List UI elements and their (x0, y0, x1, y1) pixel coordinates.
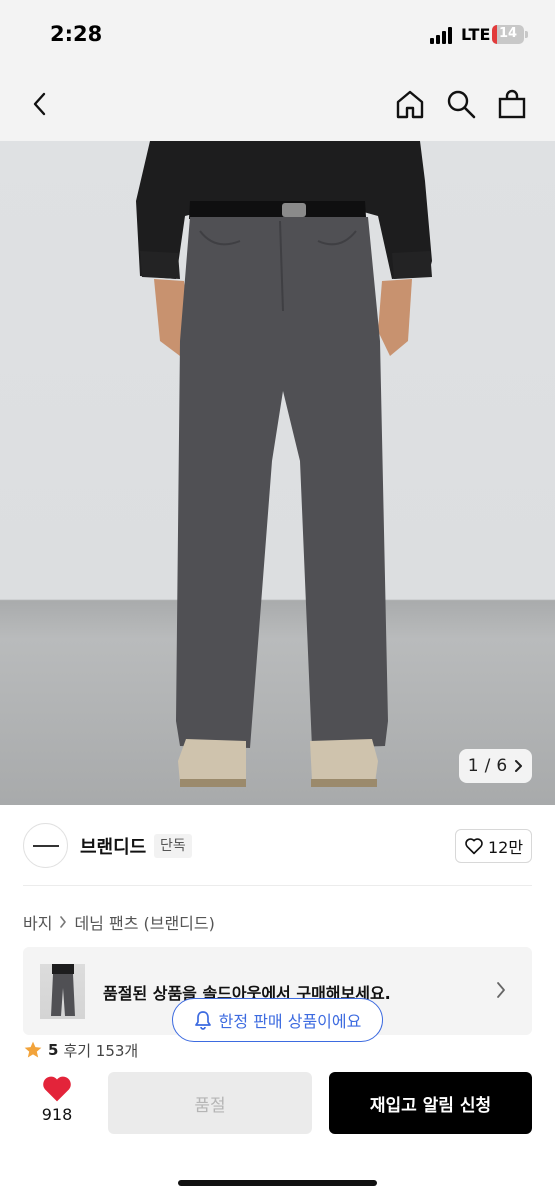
wishlist-button[interactable]: 918 (28, 1073, 86, 1133)
status-time: 2:28 (50, 22, 103, 46)
counter-total: 6 (496, 756, 508, 776)
brand-logo-mark (32, 844, 59, 847)
home-icon (396, 90, 424, 119)
jeans-thumbnail-image (51, 964, 75, 1016)
bell-icon (194, 1011, 211, 1030)
bottom-action-bar: 918 품절 재입고 알림 신청 (0, 1060, 555, 1200)
brand-logo[interactable] (23, 823, 68, 868)
bag-button[interactable] (492, 84, 532, 124)
heart-outline-icon (465, 838, 483, 855)
wishlist-count: 918 (41, 1105, 73, 1124)
search-icon (447, 90, 476, 119)
star-icon (24, 1041, 42, 1058)
shopping-bag-icon (498, 89, 526, 119)
chevron-right-icon (60, 916, 67, 928)
home-indicator (178, 1180, 377, 1186)
brand-like-count: 12만 (487, 838, 524, 857)
product-photo (136, 141, 432, 787)
divider (23, 885, 532, 886)
breadcrumb-product[interactable]: 데님 팬츠 (브랜디드) (74, 910, 214, 934)
rating-row[interactable]: 5 후기 153개 (23, 1040, 138, 1060)
back-button[interactable] (20, 84, 60, 124)
chevron-right-icon (515, 760, 523, 772)
chevron-left-icon (33, 92, 46, 116)
counter-current: 1 (467, 756, 479, 776)
brand-name[interactable]: 브랜디드 (80, 833, 146, 859)
network-label: LTE (461, 25, 491, 44)
image-counter[interactable]: 1 / 6 (459, 749, 532, 783)
heart-filled-icon (43, 1076, 71, 1102)
banner-thumbnail (40, 964, 85, 1019)
rating-score: 5 (48, 1041, 59, 1059)
status-bar: 2:28 LTE 14 (0, 0, 555, 70)
chevron-right-icon (497, 982, 505, 998)
signal-icon (430, 27, 456, 44)
home-button[interactable] (390, 84, 430, 124)
brand-like-button[interactable]: 12만 (455, 829, 532, 863)
battery-nub (525, 31, 528, 38)
breadcrumb: 바지 데님 팬츠 (브랜디드) (23, 910, 215, 934)
brand-row: 브랜디드 단독 12만 (0, 806, 555, 886)
restock-alert-button[interactable]: 재입고 알림 신청 (329, 1072, 532, 1134)
review-count: 후기 153개 (63, 1041, 139, 1060)
limited-sale-pill[interactable]: 한정 판매 상품이에요 (172, 998, 383, 1042)
counter-separator: / (484, 756, 491, 776)
battery-icon: 14 (492, 25, 524, 44)
soldout-button: 품절 (108, 1072, 312, 1134)
limited-sale-label: 한정 판매 상품이에요 (218, 1012, 362, 1031)
battery-percent: 14 (498, 26, 518, 41)
brand-badge: 단독 (154, 834, 192, 858)
product-image[interactable] (0, 141, 555, 805)
search-button[interactable] (441, 84, 481, 124)
nav-bar (0, 70, 555, 141)
breadcrumb-category[interactable]: 바지 (23, 910, 52, 934)
